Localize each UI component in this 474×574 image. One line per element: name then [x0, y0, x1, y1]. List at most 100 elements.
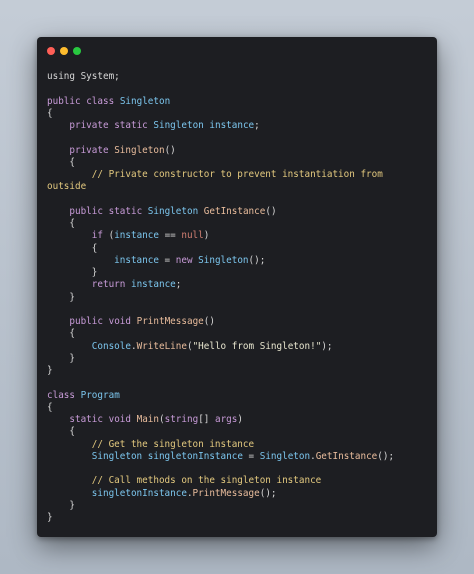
- code-line: }: [47, 292, 432, 304]
- code-function: Main: [136, 414, 159, 425]
- code-keyword: private: [69, 144, 109, 156]
- code-function: Singleton: [114, 144, 165, 156]
- code-line: {: [47, 328, 432, 340]
- code-keyword: if: [91, 230, 103, 242]
- code-line: class Program: [47, 390, 432, 402]
- code-text: (): [203, 316, 215, 327]
- code-text: {: [47, 401, 53, 413]
- code-line: instance = new Singleton();: [47, 255, 432, 267]
- code-type: Console: [91, 340, 131, 352]
- code-keyword: string: [164, 414, 199, 425]
- close-dot-icon[interactable]: [47, 47, 55, 55]
- code-line: }: [47, 500, 432, 512]
- code-line: Console.WriteLine("Hello from Singleton!…: [47, 341, 432, 353]
- code-line: using System;: [47, 71, 432, 83]
- code-line: public class Singleton: [47, 96, 432, 108]
- code-text: (): [265, 205, 277, 217]
- code-keyword: new: [175, 254, 193, 266]
- code-text: ): [203, 230, 210, 242]
- code-line: singletonInstance.PrintMessage();: [47, 488, 432, 500]
- code-type: Singleton: [147, 205, 199, 217]
- code-text: {: [47, 156, 75, 168]
- code-comment: // Get the singleton instance: [91, 438, 255, 450]
- code-line: }: [47, 267, 432, 279]
- code-type: Singleton: [153, 120, 204, 131]
- code-text: ();: [248, 254, 266, 266]
- code-line: private Singleton(): [47, 145, 432, 157]
- code-text: );: [321, 340, 333, 352]
- code-line: if (instance == null): [47, 230, 432, 242]
- code-type: singletonInstance: [91, 487, 187, 499]
- code-keyword: static: [69, 414, 103, 425]
- code-text: []: [198, 414, 215, 425]
- code-type: singletonInstance: [147, 450, 243, 462]
- code-text: ==: [158, 230, 182, 242]
- code-text: {: [47, 242, 98, 254]
- code-text: (: [102, 230, 115, 242]
- code-keyword: private: [69, 120, 109, 131]
- minimize-dot-icon[interactable]: [60, 47, 68, 55]
- maximize-dot-icon[interactable]: [73, 47, 81, 55]
- code-keyword: void: [108, 414, 131, 425]
- code-comment: outside: [47, 181, 87, 193]
- code-text: =: [158, 254, 176, 266]
- code-string: "Hello from Singleton!": [192, 340, 322, 352]
- code-text: {: [47, 107, 53, 119]
- code-keyword: return: [91, 279, 126, 291]
- code-line: outside: [47, 181, 432, 193]
- code-line: public static Singleton GetInstance(): [47, 206, 432, 218]
- code-line: }: [47, 365, 432, 377]
- code-keyword: public: [47, 95, 81, 107]
- code-text: }: [47, 352, 75, 364]
- code-text: ): [237, 414, 243, 425]
- code-line: Singleton singletonInstance = Singleton.…: [47, 451, 432, 463]
- code-type: instance: [114, 230, 159, 242]
- code-line: {: [47, 426, 432, 438]
- code-text: (): [164, 144, 176, 156]
- code-text: {: [47, 328, 75, 340]
- code-keyword: static: [108, 205, 143, 217]
- code-type: instance: [130, 279, 176, 291]
- code-keyword: void: [108, 316, 131, 327]
- code-line: {: [47, 157, 432, 169]
- code-function: PrintMessage: [136, 316, 204, 327]
- code-type: instance: [114, 254, 159, 266]
- code-text: ;: [254, 120, 260, 131]
- code-type: Singleton: [259, 450, 311, 462]
- code-type: Singleton: [119, 95, 171, 107]
- code-line: {: [47, 218, 432, 230]
- code-keyword: static: [114, 120, 148, 131]
- code-keyword: public: [69, 205, 103, 217]
- code-keyword: class: [47, 389, 75, 401]
- code-line: {: [47, 243, 432, 255]
- code-line: // Private constructor to prevent instan…: [47, 169, 432, 181]
- code-line: static void Main(string[] args): [47, 414, 432, 426]
- code-type: Program: [80, 389, 120, 401]
- code-comment: // Private constructor to prevent instan…: [91, 169, 383, 180]
- window-titlebar: [37, 37, 437, 65]
- code-text: }: [47, 291, 75, 303]
- code-line: // Call methods on the singleton instanc…: [47, 475, 432, 487]
- code-window: using System; public class Singleton{ pr…: [37, 37, 437, 537]
- code-block: using System; public class Singleton{ pr…: [47, 71, 432, 524]
- code-function: GetInstance: [203, 205, 266, 217]
- code-line: {: [47, 108, 432, 120]
- code-function: GetInstance: [315, 450, 378, 462]
- code-text: ;: [175, 279, 182, 291]
- code-type: Singleton: [91, 450, 143, 462]
- code-keyword: class: [86, 95, 115, 107]
